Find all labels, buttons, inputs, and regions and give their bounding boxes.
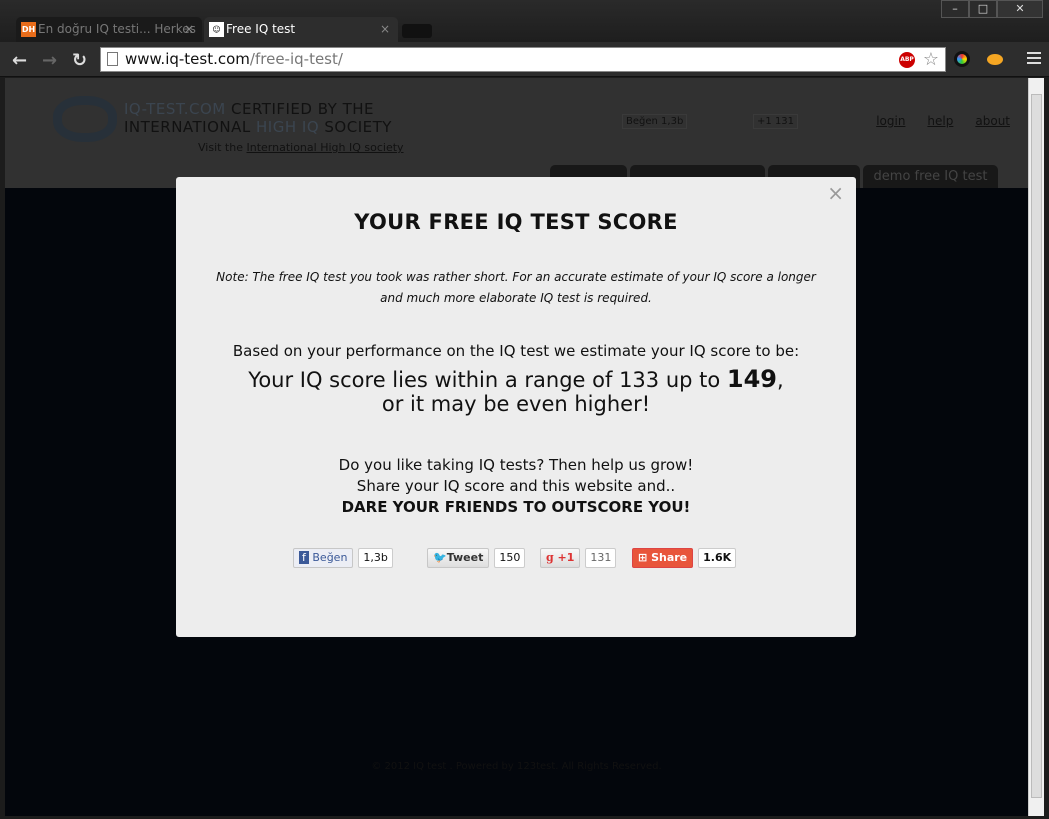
close-window-button[interactable]: ✕ (997, 0, 1043, 18)
site-logo[interactable] (53, 96, 117, 142)
tweet-widget[interactable]: 🐦Tweet 150 (427, 548, 526, 568)
browser-titlebar: – □ ✕ DH En doğru IQ testi... Herkes × ☺… (0, 0, 1049, 42)
modal-note: Note: The free IQ test you took was rath… (216, 270, 816, 305)
adblock-icon[interactable]: ABP (899, 52, 915, 68)
estimate-text: Based on your performance on the IQ test… (232, 342, 800, 360)
facebook-icon: f (299, 551, 309, 564)
browser-tab-dh[interactable]: DH En doğru IQ testi... Herkes × (16, 17, 202, 42)
url-host: www.iq-test.com (125, 50, 250, 68)
site-header: IQ-TEST.COM CERTIFIED BY THE INTERNATION… (5, 78, 1028, 188)
extension-icon[interactable] (987, 54, 1003, 65)
url-path: /free-iq-test/ (249, 50, 343, 68)
header-fb-like[interactable]: Beğen 1,3b (622, 114, 688, 129)
reload-icon[interactable]: ↻ (72, 50, 87, 71)
share-prompt: Do you like taking IQ tests? Then help u… (338, 456, 694, 516)
share-count: 1.6K (698, 548, 737, 568)
score-range: Your IQ score lies within a range of 133… (248, 365, 784, 416)
share-button[interactable]: ⊞ Share (632, 548, 694, 568)
browser-toolbar: ← → ↻ www.iq-test.com/free-iq-test/ ABP … (0, 42, 1049, 77)
dh-favicon-icon: DH (21, 22, 36, 37)
brand-text: IQ-TEST.COM CERTIFIED BY THE INTERNATION… (124, 100, 392, 136)
minimize-button[interactable]: – (941, 0, 969, 18)
nav-tab-demo-free-iq-test[interactable]: demo free IQ test (863, 165, 998, 188)
tab-close-icon[interactable]: × (380, 17, 390, 42)
extension-color-icon[interactable] (954, 51, 970, 67)
tab-close-icon[interactable]: × (184, 17, 194, 42)
tab-title: En doğru IQ testi... Herkes (38, 22, 196, 36)
browser-tab-free-iq-test[interactable]: ☺ Free IQ test × (204, 17, 398, 42)
maximize-button[interactable]: □ (969, 0, 997, 18)
high-iq-society-link[interactable]: International High IQ society (247, 141, 404, 154)
forward-icon[interactable]: → (42, 50, 57, 71)
gplus-count: 131 (585, 548, 617, 568)
new-tab-button[interactable] (402, 24, 432, 38)
login-link[interactable]: login (876, 114, 905, 128)
back-icon[interactable]: ← (12, 50, 27, 71)
page-icon (107, 52, 118, 66)
help-link[interactable]: help (927, 114, 953, 128)
gplus-widget[interactable]: g +1 131 (540, 548, 617, 568)
fb-like-widget[interactable]: f Beğen 1,3b (293, 548, 393, 568)
about-link[interactable]: about (975, 114, 1010, 128)
plus-icon: ⊞ (638, 551, 648, 564)
scrollbar[interactable] (1028, 78, 1044, 816)
menu-icon[interactable] (1027, 52, 1041, 67)
twitter-bird-icon: 🐦 (433, 551, 447, 564)
gplus-button[interactable]: g +1 (540, 548, 581, 568)
fb-count: 1,3b (358, 548, 393, 568)
score-modal: × YOUR FREE IQ TEST SCORE Note: The free… (176, 177, 856, 637)
site-favicon-icon: ☺ (209, 22, 224, 37)
tab-title: Free IQ test (226, 22, 296, 36)
gplus-icon: g (546, 551, 554, 564)
footer-text: © 2012 IQ test . Powered by 123test. All… (371, 761, 662, 772)
modal-title: YOUR FREE IQ TEST SCORE (354, 210, 678, 234)
modal-close-icon[interactable]: × (827, 181, 844, 205)
visit-text: Visit the International High IQ society (198, 141, 404, 154)
header-gplus[interactable]: +1 131 (753, 114, 799, 129)
tweet-count: 150 (494, 548, 526, 568)
fb-like-button[interactable]: f Beğen (293, 548, 354, 568)
share-widget[interactable]: ⊞ Share 1.6K (632, 548, 737, 568)
bookmark-star-icon[interactable]: ☆ (923, 48, 939, 71)
address-bar[interactable]: www.iq-test.com/free-iq-test/ ABP ☆ (100, 47, 946, 72)
tweet-button[interactable]: 🐦Tweet (427, 548, 490, 568)
